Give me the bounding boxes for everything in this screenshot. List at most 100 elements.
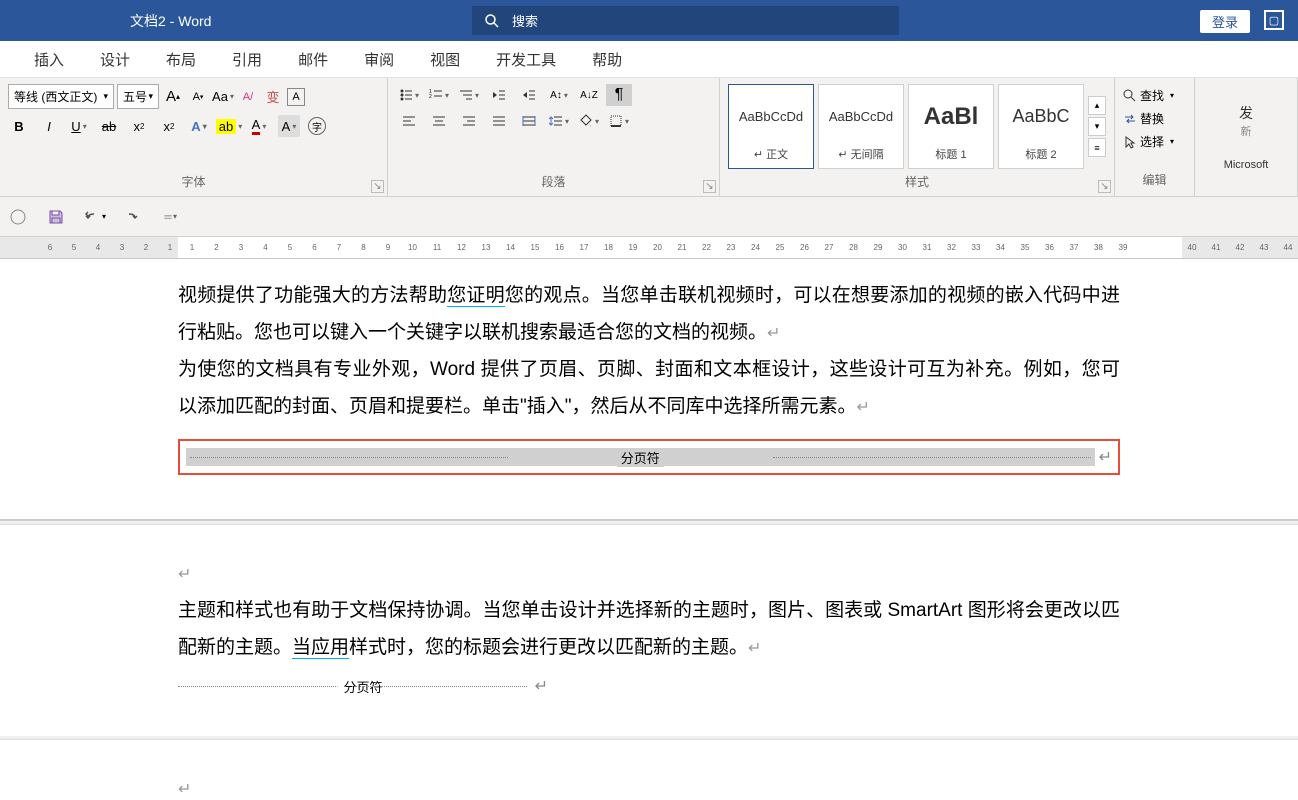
undo-button[interactable]: ▾: [82, 205, 106, 229]
text-effects-button[interactable]: A: [188, 115, 210, 137]
font-color-button[interactable]: A: [248, 115, 270, 137]
replace-button[interactable]: 替换: [1121, 107, 1188, 130]
align-center-button[interactable]: [426, 110, 452, 132]
redo-button[interactable]: [120, 205, 144, 229]
clear-format-button[interactable]: 变: [262, 86, 284, 108]
line-spacing-button[interactable]: [546, 110, 572, 132]
character-border-button[interactable]: A: [287, 88, 305, 106]
font-size-select[interactable]: 五号▾: [117, 84, 159, 109]
borders-button[interactable]: [606, 110, 632, 132]
page-break-highlighted[interactable]: 分页符 ↵: [178, 439, 1120, 475]
multilevel-list-button[interactable]: [456, 84, 482, 106]
tab-developer[interactable]: 开发工具: [492, 41, 560, 78]
empty-para[interactable]: ↵: [178, 555, 1120, 592]
para-group-label: 段落: [394, 171, 713, 192]
save-icon: [47, 208, 65, 226]
edit-group-label: 编辑: [1121, 169, 1188, 190]
tab-review[interactable]: 审阅: [360, 41, 398, 78]
page-1: 视频提供了功能强大的方法帮助您证明您的观点。当您单击联机视频时，可以在想要添加的…: [0, 259, 1298, 521]
tab-help[interactable]: 帮助: [588, 41, 626, 78]
search-icon: [1123, 89, 1137, 103]
styles-expand[interactable]: ≡: [1088, 138, 1106, 157]
shading-button[interactable]: [576, 110, 602, 132]
sort-button[interactable]: A↓Z: [576, 84, 602, 106]
title-bar: 文档2 - Word 搜索 登录 ▢: [0, 0, 1298, 41]
show-marks-button[interactable]: ¶: [606, 84, 632, 106]
enclose-char-button[interactable]: 字: [308, 117, 326, 135]
asian-layout-button[interactable]: A↕: [546, 84, 572, 106]
ribbon-options-icon[interactable]: ▢: [1264, 10, 1284, 30]
qat-button-1[interactable]: [6, 205, 30, 229]
underline-button[interactable]: U: [68, 115, 90, 137]
paragraph-3[interactable]: 主题和样式也有助于文档保持协调。当您单击设计并选择新的主题时，图片、图表或 Sm…: [178, 592, 1120, 666]
tab-layout[interactable]: 布局: [162, 41, 200, 78]
font-group-label: 字体: [6, 171, 381, 192]
tab-view[interactable]: 视图: [426, 41, 464, 78]
font-group: 等线 (西文正文)▾ 五号▾ A▴ A▾ Aa A/ 变 A B I U ab …: [0, 78, 388, 196]
style-normal[interactable]: AaBbCcDd ↵ 正文: [728, 84, 814, 169]
superscript-button[interactable]: x2: [158, 115, 180, 137]
paragraph-2[interactable]: 为使您的文档具有专业外观，Word 提供了页眉、页脚、封面和文本框设计，这些设计…: [178, 351, 1120, 425]
style-no-spacing[interactable]: AaBbCcDd ↵ 无间隔: [818, 84, 904, 169]
bullets-button[interactable]: [396, 84, 422, 106]
qat-customize[interactable]: ＝▾: [158, 205, 182, 229]
styles-scroll-down[interactable]: ▾: [1088, 117, 1106, 136]
tab-references[interactable]: 引用: [228, 41, 266, 78]
char-shading-button[interactable]: A: [278, 115, 300, 137]
page-3: ↵ 使用在需要位置出现的新按钮在 Word 中保存时间。若要更改图片适应文档的方…: [0, 739, 1298, 799]
styles-scroll-up[interactable]: ▴: [1088, 96, 1106, 115]
font-dialog-launcher[interactable]: ↘: [371, 180, 384, 193]
para-dialog-launcher[interactable]: ↘: [703, 180, 716, 193]
cursor-icon: [1123, 135, 1137, 149]
editing-group: 查找▾ 替换 选择▾ 编辑: [1115, 78, 1195, 196]
ribbon: 等线 (西文正文)▾ 五号▾ A▴ A▾ Aa A/ 变 A B I U ab …: [0, 78, 1298, 197]
increase-indent-button[interactable]: [516, 84, 542, 106]
phonetic-guide-button[interactable]: A/: [237, 86, 259, 108]
document-title: 文档2 - Word: [130, 11, 211, 31]
style-heading1[interactable]: AaBl 标题 1: [908, 84, 994, 169]
styles-group: AaBbCcDd ↵ 正文 AaBbCcDd ↵ 无间隔 AaBl 标题 1 A…: [720, 78, 1115, 196]
italic-button[interactable]: I: [38, 115, 60, 137]
paragraph-group: 12 A↕ A↓Z ¶ 段落 ↘: [388, 78, 720, 196]
justify-button[interactable]: [486, 110, 512, 132]
microsoft-group: 发 新 Microsoft: [1195, 78, 1298, 196]
quick-access-toolbar: ▾ ＝▾: [0, 197, 1298, 237]
style-heading2[interactable]: AaBbC 标题 2: [998, 84, 1084, 169]
save-button[interactable]: [44, 205, 68, 229]
document-area[interactable]: 视频提供了功能强大的方法帮助您证明您的观点。当您单击联机视频时，可以在想要添加的…: [0, 259, 1298, 799]
replace-icon: [1123, 112, 1137, 126]
highlight-button[interactable]: ab: [218, 115, 240, 137]
select-button[interactable]: 选择▾: [1121, 130, 1188, 153]
subscript-button[interactable]: x2: [128, 115, 150, 137]
change-case-button[interactable]: Aa: [212, 86, 234, 108]
break-mark-icon: ↵: [1099, 447, 1112, 467]
horizontal-ruler[interactable]: 654321 123456789101112131415161718192021…: [0, 237, 1298, 259]
font-name-select[interactable]: 等线 (西文正文)▾: [8, 84, 114, 109]
login-button[interactable]: 登录: [1200, 10, 1250, 33]
decrease-indent-button[interactable]: [486, 84, 512, 106]
search-placeholder: 搜索: [512, 11, 538, 30]
bold-button[interactable]: B: [8, 115, 30, 137]
align-right-button[interactable]: [456, 110, 482, 132]
search-icon: [484, 13, 500, 29]
search-box[interactable]: 搜索: [472, 6, 899, 35]
styles-dialog-launcher[interactable]: ↘: [1098, 180, 1111, 193]
page-break-2[interactable]: 分页符 ↵: [178, 676, 548, 696]
align-left-button[interactable]: [396, 110, 422, 132]
distributed-button[interactable]: [516, 110, 542, 132]
empty-para-2[interactable]: ↵: [178, 770, 1120, 799]
shrink-font-button[interactable]: A▾: [187, 86, 209, 108]
find-button[interactable]: 查找▾: [1121, 84, 1188, 107]
numbering-button[interactable]: 12: [426, 84, 452, 106]
tab-design[interactable]: 设计: [96, 41, 134, 78]
strikethrough-button[interactable]: ab: [98, 115, 120, 137]
tab-mailings[interactable]: 邮件: [294, 41, 332, 78]
page-2: ↵ 主题和样式也有助于文档保持协调。当您单击设计并选择新的主题时，图片、图表或 …: [0, 524, 1298, 736]
ribbon-tabs: 插入 设计 布局 引用 邮件 审阅 视图 开发工具 帮助: [0, 41, 1298, 78]
grow-font-button[interactable]: A▴: [162, 86, 184, 108]
tab-insert[interactable]: 插入: [30, 41, 68, 78]
break-mark-icon: ↵: [535, 676, 548, 696]
redo-icon: [123, 208, 141, 226]
paragraph-1[interactable]: 视频提供了功能强大的方法帮助您证明您的观点。当您单击联机视频时，可以在想要添加的…: [178, 277, 1120, 351]
undo-icon: [82, 208, 100, 226]
